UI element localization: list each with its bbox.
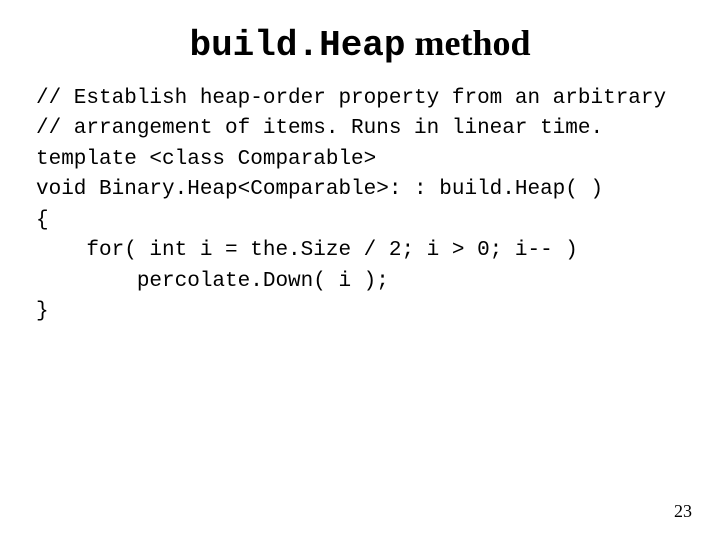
code-line-8: } [36, 300, 49, 323]
slide: build.Heap method // Establish heap-orde… [0, 0, 720, 540]
code-line-3: template <class Comparable> [36, 148, 376, 171]
title-serif: method [406, 23, 531, 63]
code-line-2: // arrangement of items. Runs in linear … [36, 117, 603, 140]
code-line-5: { [36, 209, 49, 232]
slide-title: build.Heap method [0, 0, 720, 84]
code-line-1: // Establish heap-order property from an… [36, 87, 666, 110]
code-line-4: void Binary.Heap<Comparable>: : build.He… [36, 178, 603, 201]
page-number: 23 [674, 501, 692, 522]
code-line-7: percolate.Down( i ); [36, 270, 389, 293]
title-mono: build.Heap [189, 25, 405, 66]
code-line-6: for( int i = the.Size / 2; i > 0; i-- ) [36, 239, 578, 262]
code-block: // Establish heap-order property from an… [0, 84, 720, 328]
